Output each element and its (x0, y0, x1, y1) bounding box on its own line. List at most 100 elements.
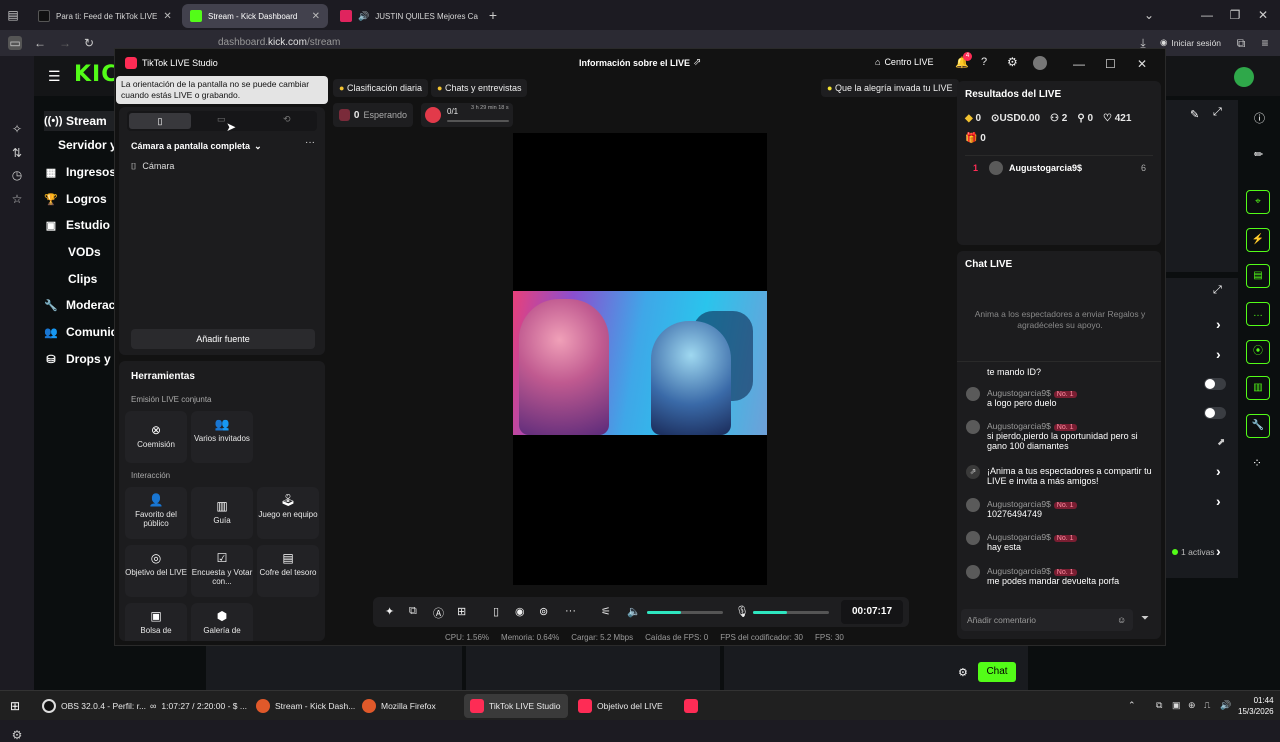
chat-user[interactable]: Augustogarcia9$ (987, 421, 1051, 431)
kick-menu-vods[interactable]: VODs (68, 245, 101, 259)
close-icon[interactable]: ✕ (312, 11, 320, 22)
kick-menu-stream[interactable]: ((•)) Stream (44, 111, 114, 131)
daily-ranking-chip[interactable]: ● Clasificación diaria (333, 79, 428, 97)
ai-icon[interactable]: ✧ (10, 122, 24, 136)
tab-tiktok-feed[interactable]: Para ti: Feed de TikTok LIVE ✕ (30, 4, 178, 28)
settings-icon[interactable]: ⚙ (10, 728, 24, 742)
volume-icon[interactable]: 🔈 (627, 605, 641, 618)
back-icon[interactable]: ← (33, 36, 47, 50)
poll-tool[interactable]: ☑ Encuesta y Votar con... (191, 545, 253, 597)
kick-menu-studio[interactable]: ▣ Estudio (44, 218, 110, 232)
help-icon[interactable]: ? (981, 56, 987, 68)
add-source-button[interactable]: Añadir fuente (131, 329, 315, 349)
taskbar-obs[interactable]: OBS 32.0.4 - Perfil: r... (36, 694, 152, 718)
audience-favorite-tool[interactable]: 👤 Favorito del público (125, 487, 187, 539)
chevron-right-icon[interactable]: › (1216, 463, 1221, 479)
guide-tool[interactable]: ▥ Guía (191, 487, 253, 539)
layout-icon[interactable]: ▥ (1246, 376, 1270, 400)
popout-icon[interactable]: ⤢ (1213, 284, 1222, 297)
hamburger-icon[interactable]: ☰ (48, 68, 61, 85)
close-icon[interactable]: ✕ (1137, 57, 1147, 71)
chevron-right-icon[interactable]: › (1216, 346, 1221, 362)
pencil-icon[interactable]: ✏ (1254, 148, 1263, 161)
bag-tool[interactable]: ▣ Bolsa de (125, 603, 187, 641)
notes-icon[interactable]: ▤ (1246, 264, 1270, 288)
info-icon[interactable]: ⓘ (1254, 110, 1265, 126)
chat-user[interactable]: Augustogarcia9$ (987, 566, 1051, 576)
top-gifter-name[interactable]: Augustogarcia9$ (1009, 163, 1082, 173)
speaker-icon[interactable]: 🔊 (358, 11, 369, 22)
reload-icon[interactable]: ↻ (82, 36, 96, 50)
dots-icon[interactable]: ⁘ (1252, 456, 1262, 470)
mic-slider[interactable] (753, 611, 829, 614)
emoji-icon[interactable]: ☺ (1117, 615, 1126, 625)
chevron-down-icon[interactable]: ⌄ (1142, 8, 1156, 22)
signin-button[interactable]: ◉ Iniciar sesión (1160, 37, 1221, 48)
waiting-queue[interactable]: 0 Esperando (333, 103, 413, 127)
joy-chip[interactable]: ● Que la alegría invada tu LIVE (821, 79, 959, 97)
scan-icon[interactable]: ⌖ (1246, 190, 1270, 214)
close-icon[interactable]: ✕ (163, 11, 171, 22)
rotate-icon[interactable]: ⟲ (283, 114, 291, 125)
sync-icon[interactable]: ⇅ (10, 146, 24, 160)
chat-user[interactable]: Augustogarcia9$ (987, 532, 1051, 542)
bookmark-icon[interactable]: ☆ (10, 192, 24, 206)
multi-guest-tool[interactable]: 👥 Varios invitados (191, 411, 253, 463)
taskbar-live-goal[interactable]: Objetivo del LIVE (572, 694, 669, 718)
add-media-icon[interactable]: ⊞ (457, 605, 466, 618)
more-icon[interactable]: ··· (565, 605, 576, 617)
effects-icon[interactable]: ✦ (385, 605, 394, 618)
share-icon[interactable]: ⇗ (693, 57, 701, 68)
kick-menu-moderation[interactable]: 🔧 Moderac (44, 298, 115, 312)
kick-menu-achievements[interactable]: 🏆 Logros (44, 192, 107, 206)
chats-interviews-chip[interactable]: ● Chats y entrevistas (431, 79, 528, 97)
tab-youtube-music[interactable]: 🔊 JUSTIN QUILES Mejores Ca (332, 4, 480, 28)
chat-icon[interactable]: … (1246, 302, 1270, 326)
taskbar-firefox[interactable]: Mozilla Firefox (356, 694, 442, 718)
chevron-right-icon[interactable]: › (1216, 543, 1221, 559)
sidebar-toggle-icon[interactable]: ▭ (8, 36, 22, 50)
landscape-icon[interactable]: ▭ (217, 114, 226, 125)
chevron-right-icon[interactable]: › (1216, 493, 1221, 509)
windows-start-icon[interactable]: ⊞ (10, 699, 20, 713)
taskbar-tiktok-studio[interactable]: TikTok LIVE Studio (464, 694, 568, 718)
co-host-tool[interactable]: ⊗ Coemisión (125, 411, 187, 463)
capture-icon[interactable]: ⊚ (539, 605, 548, 618)
kick-menu-community[interactable]: 👥 Comunid (44, 325, 118, 339)
restore-icon[interactable]: ❐ (1228, 8, 1242, 22)
gear-icon[interactable]: ⚙ (1007, 55, 1018, 69)
extensions-icon[interactable]: ⧉ (1234, 36, 1248, 50)
team-game-tool[interactable]: 🕹 Juego en equipo (257, 487, 319, 539)
phone-icon[interactable]: ▯ (493, 605, 499, 618)
menu-icon[interactable]: ≡ (1258, 36, 1272, 50)
forward-icon[interactable]: → (58, 36, 72, 50)
close-window-icon[interactable]: ✕ (1256, 8, 1270, 22)
tray-icon[interactable]: ▣ (1172, 700, 1181, 711)
wrench-icon[interactable]: 🔧 (1246, 414, 1270, 438)
tray-icon[interactable]: ⊕ (1188, 700, 1196, 711)
profile-avatar[interactable] (1033, 56, 1047, 70)
filter-icon[interactable]: ⏷ (1141, 613, 1149, 624)
mixer-icon[interactable]: ⚟ (601, 605, 611, 618)
chat-user[interactable]: Augustogarcia9$ (987, 499, 1051, 509)
source-camera[interactable]: ⌷ Cámara (131, 161, 174, 172)
portrait-icon[interactable]: ▯ (129, 113, 191, 129)
broadcast-icon[interactable]: ⦿ (1246, 340, 1270, 364)
chat-settings-icon[interactable]: ⚙ (958, 666, 968, 679)
ai-icon[interactable]: Ⓐ (433, 605, 444, 621)
avatar[interactable] (1234, 67, 1254, 87)
network-icon[interactable]: ⎍ (1204, 700, 1210, 711)
live-goal-widget[interactable]: 0/1 3 h 29 min 18 s (421, 103, 513, 127)
crop-icon[interactable]: ⧉ (409, 605, 417, 618)
taskbar-tiktok[interactable] (678, 694, 704, 718)
chevron-up-icon[interactable]: ⌃ (1128, 700, 1136, 711)
kick-toggle-2[interactable] (1204, 407, 1226, 419)
tab-list-icon[interactable]: ▤ (6, 8, 20, 22)
volume-icon[interactable]: 🔊 (1220, 700, 1231, 711)
chevron-right-icon[interactable]: › (1216, 316, 1221, 332)
record-icon[interactable]: ◉ (515, 605, 525, 618)
taskbar-firefox-kick[interactable]: Stream - Kick Dash... (250, 694, 361, 718)
kick-menu-clips[interactable]: Clips (68, 272, 97, 286)
scene-selector[interactable]: Cámara a pantalla completa ⌄ (131, 141, 262, 152)
comment-input[interactable]: Añadir comentario (961, 609, 1133, 631)
